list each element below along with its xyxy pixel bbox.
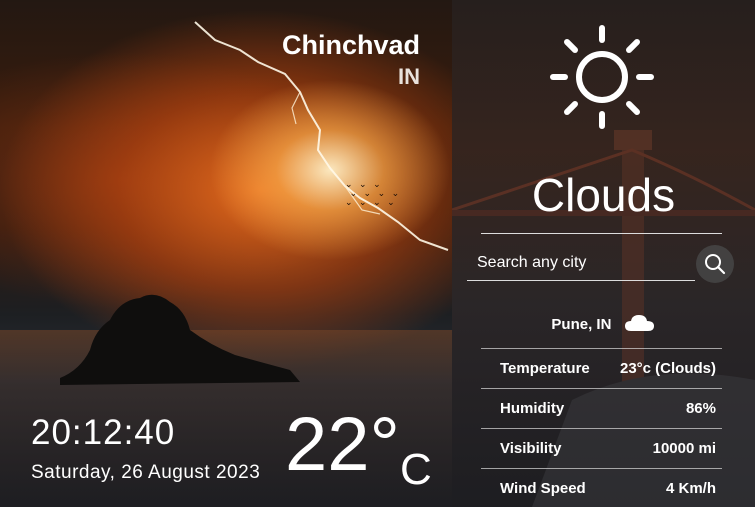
detail-label: Temperature — [500, 360, 590, 377]
divider — [481, 233, 722, 234]
city-search-input[interactable] — [467, 245, 695, 281]
city-name: Chinchvad — [281, 30, 420, 60]
background-scene: ⌄ ⌄ ⌄ ⌄ ⌄ ⌄ ⌄ ⌄ ⌄ ⌄ ⌄ Chinchvad IN 20:12:… — [0, 0, 452, 507]
detail-row-humidity: Humidity 86% — [481, 388, 722, 428]
detail-row-visibility: Visibility 10000 mi — [481, 428, 722, 468]
birds-graphic: ⌄ ⌄ ⌄ ⌄ ⌄ ⌄ ⌄ ⌄ ⌄ ⌄ ⌄ — [345, 179, 402, 207]
detail-value: 86% — [685, 400, 716, 417]
cloud-icon — [624, 313, 656, 337]
detail-row-temperature: Temperature 23°c (Clouds) — [481, 348, 722, 388]
temperature-unit: C — [399, 445, 432, 494]
detail-value: 4 Km/h — [665, 480, 716, 497]
current-temperature: 22°C — [285, 405, 432, 507]
current-date: Saturday, 26 August 2023 — [31, 462, 261, 483]
country-code: IN — [398, 64, 420, 89]
sun-icon — [547, 22, 657, 132]
search-icon — [705, 254, 726, 275]
detail-label: Visibility — [500, 440, 562, 457]
detail-label: Humidity — [500, 400, 565, 417]
detail-row-wind-speed: Wind Speed 4 Km/h — [481, 468, 722, 507]
searched-location-label: Pune, IN — [551, 315, 612, 333]
temperature-value: 22° — [285, 402, 400, 487]
weather-panel: Clouds Pune, IN Temperature 23°c (Clouds… — [452, 0, 755, 507]
island-silhouette — [60, 294, 300, 385]
detail-value: 10000 mi — [652, 440, 716, 457]
weather-condition: Clouds — [531, 169, 676, 221]
search-button[interactable] — [696, 245, 734, 283]
current-time: 20:12:40 — [31, 413, 176, 452]
detail-label: Wind Speed — [500, 480, 586, 497]
detail-value: 23°c (Clouds) — [619, 360, 716, 377]
searched-location: Pune, IN — [452, 313, 755, 337]
